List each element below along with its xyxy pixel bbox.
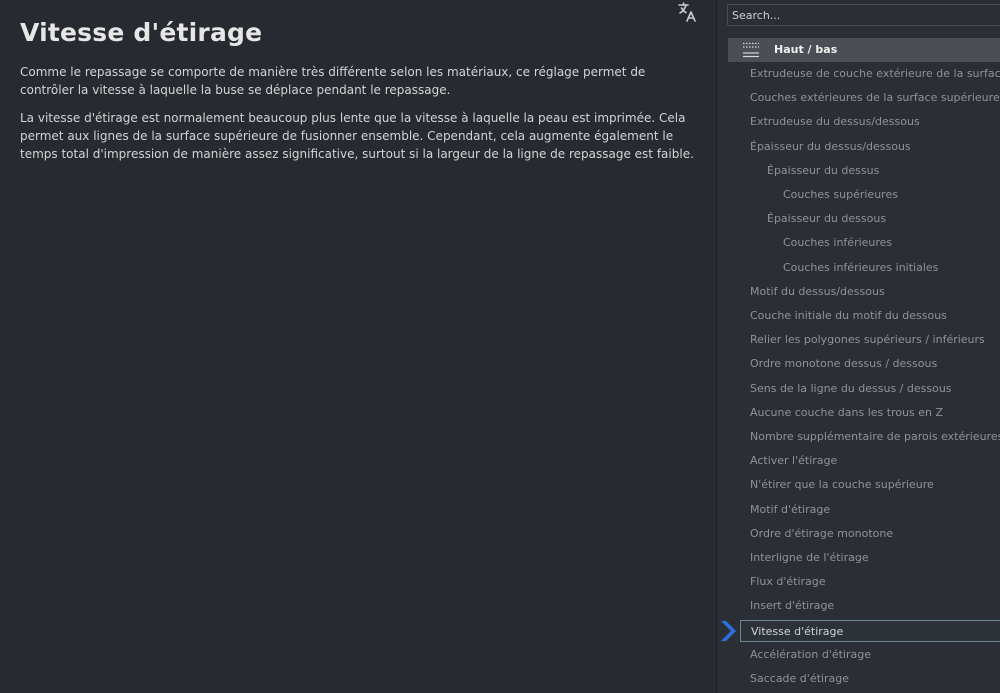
setting-item[interactable]: Couches inférieures xyxy=(783,232,892,254)
setting-item-label: Épaisseur du dessus/dessous xyxy=(750,139,911,153)
setting-item-label: Couches supérieures xyxy=(783,188,898,201)
setting-item[interactable]: Extrudeuse de couche extérieure de la su… xyxy=(750,63,1000,85)
translate-button[interactable] xyxy=(675,0,699,24)
setting-item[interactable]: Ordre monotone dessus / dessous xyxy=(750,353,937,375)
chevron-right-icon xyxy=(721,621,736,641)
top-bottom-icon xyxy=(743,42,759,58)
setting-item[interactable]: Couches inférieures initiales xyxy=(783,257,938,279)
setting-item[interactable]: Couches supérieures xyxy=(783,184,898,206)
setting-item[interactable]: Flux d'étirage xyxy=(750,571,826,593)
setting-item[interactable]: Activer l'étirage xyxy=(750,450,837,472)
setting-item-label: Épaisseur du dessous xyxy=(767,212,887,226)
setting-item[interactable]: Motif du dessus/dessous xyxy=(750,281,885,303)
setting-item-label: N'étirer que la couche supérieure xyxy=(750,478,934,492)
setting-item[interactable]: Ordre d'étirage monotone xyxy=(750,523,893,545)
setting-item[interactable]: Épaisseur du dessus/dessous xyxy=(750,136,911,158)
setting-item-label: Vitesse d'étirage xyxy=(751,624,844,638)
setting-item-label: Motif d'étirage xyxy=(750,502,831,516)
setting-item[interactable]: Couche initiale du motif du dessous xyxy=(750,305,947,327)
setting-item[interactable]: Épaisseur du dessus xyxy=(767,160,879,182)
setting-item[interactable]: N'étirer que la couche supérieure xyxy=(750,474,934,496)
description-panel: Vitesse d'étirage Comme le repassage se … xyxy=(0,0,716,693)
setting-item[interactable]: Insert d'étirage xyxy=(750,595,834,617)
setting-item-label: Activer l'étirage xyxy=(750,454,838,468)
setting-item-label: Aucune couche dans les trous en Z xyxy=(750,405,944,419)
setting-item-label: Relier les polygones supérieurs / inféri… xyxy=(750,333,985,347)
setting-item-selected[interactable]: Vitesse d'étirage xyxy=(740,619,1000,642)
setting-item-label: Couche initiale du motif du dessous xyxy=(750,309,947,322)
setting-title: Vitesse d'étirage xyxy=(20,18,263,47)
setting-item-label: Flux d'étirage xyxy=(750,575,826,589)
setting-item-label: Accélération d'étirage xyxy=(750,647,872,661)
setting-item[interactable]: Sens de la ligne du dessus / dessous xyxy=(750,378,952,400)
category-header-top-bottom[interactable]: Haut / bas xyxy=(728,38,1000,62)
setting-item-label: Sens de la ligne du dessus / dessous xyxy=(750,381,952,395)
setting-item-label: Ordre monotone dessus / dessous xyxy=(750,357,938,371)
setting-item[interactable]: Extrudeuse du dessus/dessous xyxy=(750,111,920,133)
search-input[interactable] xyxy=(727,4,1000,26)
setting-item[interactable]: Interligne de l'étirage xyxy=(750,547,869,569)
translate-icon xyxy=(678,2,696,22)
setting-item-label: Extrudeuse de couche extérieure de la su… xyxy=(750,67,1000,80)
setting-item[interactable]: Motif d'étirage xyxy=(750,499,830,521)
setting-item[interactable]: Accélération d'étirage xyxy=(750,644,871,666)
setting-item-label: Motif du dessus/dessous xyxy=(750,284,885,298)
settings-guide-window: Vitesse d'étirage Comme le repassage se … xyxy=(0,0,1000,693)
description-paragraph: La vitesse d'étirage est normalement bea… xyxy=(20,111,694,161)
category-label: Haut / bas xyxy=(774,43,838,56)
setting-item-label: Interligne de l'étirage xyxy=(750,551,869,564)
description-paragraph: Comme le repassage se comporte de manièr… xyxy=(20,65,646,97)
setting-item-label: Ordre d'étirage monotone xyxy=(750,526,894,540)
setting-item-label: Nombre supplémentaire de parois extérieu… xyxy=(750,430,1000,443)
setting-item-label: Extrudeuse du dessus/dessous xyxy=(750,115,920,129)
settings-panel: Haut / bas Extrudeuse de couche extérieu… xyxy=(717,0,1000,693)
setting-item[interactable]: Épaisseur du dessous xyxy=(767,208,886,230)
setting-item-label: Épaisseur du dessus xyxy=(767,163,880,177)
setting-item[interactable]: Relier les polygones supérieurs / inféri… xyxy=(750,329,985,351)
setting-item-label: Insert d'étirage xyxy=(750,599,835,613)
setting-item[interactable]: Aucune couche dans les trous en Z xyxy=(750,402,943,424)
setting-item-label: Saccade d'étirage xyxy=(750,672,849,685)
setting-item-label: Couches extérieures de la surface supéri… xyxy=(750,91,1000,105)
setting-item[interactable]: Nombre supplémentaire de parois extérieu… xyxy=(750,426,1000,448)
setting-item[interactable]: Couches extérieures de la surface supéri… xyxy=(750,87,1000,109)
setting-item[interactable]: Saccade d'étirage xyxy=(750,668,849,690)
setting-item-label: Couches inférieures initiales xyxy=(783,260,939,274)
setting-item-label: Couches inférieures xyxy=(783,236,893,250)
